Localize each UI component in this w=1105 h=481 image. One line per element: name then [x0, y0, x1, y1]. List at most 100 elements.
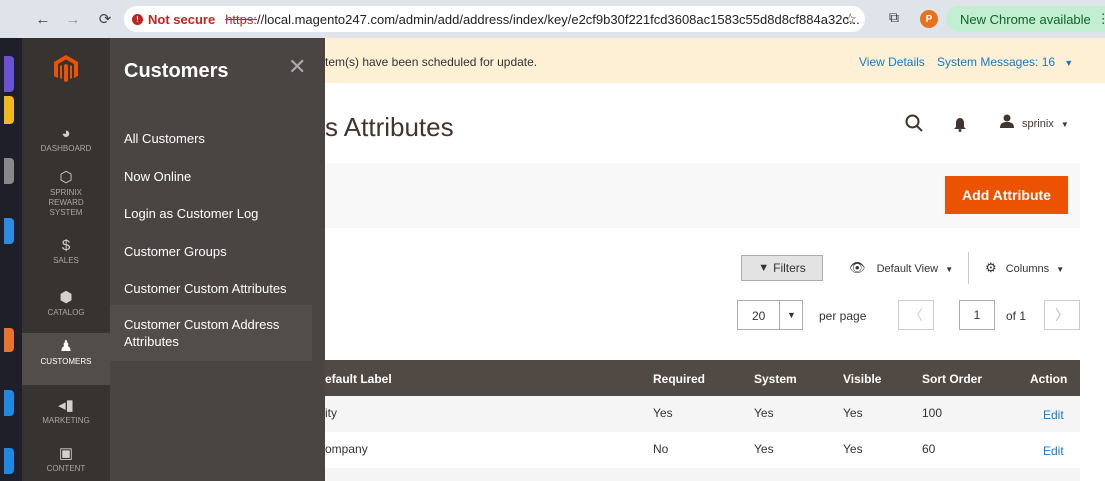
main-content: tem(s) have been scheduled for update. V…: [325, 38, 1105, 481]
dock-app-icon[interactable]: [4, 218, 14, 244]
columns-label: Columns: [1005, 263, 1050, 275]
flyout-link-customer-custom-address-attributes[interactable]: Customer Custom Address Attributes: [110, 305, 312, 361]
edit-link[interactable]: Edit: [1043, 408, 1064, 422]
dock-app-icon[interactable]: [4, 56, 14, 92]
notifications-bell-icon[interactable]: [954, 118, 966, 135]
chevron-left-icon: 〈: [909, 307, 923, 323]
menu-dots-icon[interactable]: ⋮: [1097, 11, 1105, 27]
column-header-sort-order[interactable]: Sort Order: [922, 372, 982, 386]
page-title: s Attributes: [325, 112, 454, 142]
system-messages-toggle[interactable]: System Messages: 16 ▼: [937, 55, 1073, 69]
nav-sales[interactable]: $ SALES: [22, 238, 110, 272]
edit-link[interactable]: Edit: [1043, 444, 1064, 458]
nav-marketing[interactable]: ◂▮ MARKETING: [22, 398, 110, 432]
current-page-input[interactable]: 1: [959, 300, 995, 330]
cell-required: No: [653, 442, 669, 456]
hexagon-icon: ⬡: [59, 169, 73, 186]
security-label[interactable]: Not secure: [148, 12, 215, 27]
back-icon[interactable]: ←: [32, 8, 54, 30]
column-header-visible[interactable]: Visible: [843, 372, 881, 386]
caret-down-icon: ▼: [945, 265, 954, 274]
view-details-link[interactable]: View Details: [859, 55, 925, 69]
new-chrome-button[interactable]: New Chrome available ⋮: [946, 6, 1105, 32]
column-header-default-label[interactable]: efault Label: [325, 372, 392, 386]
layout-icon: ▣: [58, 445, 74, 462]
flyout-link-login-as-customer-log[interactable]: Login as Customer Log: [110, 205, 312, 222]
cell-visible: Yes: [843, 442, 863, 456]
dashboard-icon: ◕: [61, 125, 71, 142]
columns-dropdown[interactable]: ⚙ Columns ▼: [985, 260, 1064, 276]
cell-required: Yes: [653, 406, 673, 420]
chevron-right-icon: 〉: [1055, 307, 1069, 323]
bookmark-star-icon[interactable]: ☆: [844, 10, 857, 28]
flyout-link-all-customers[interactable]: All Customers: [110, 130, 312, 147]
per-page-select[interactable]: 20 ▼: [737, 300, 803, 330]
profile-avatar[interactable]: P: [920, 10, 938, 28]
nav-sprinix-reward-system[interactable]: ⬡ SPRINIX REWARD SYSTEM: [22, 170, 110, 220]
new-chrome-label: New Chrome available: [960, 11, 1091, 27]
dock-app-icon[interactable]: [4, 448, 14, 474]
cell-default-label: ity: [325, 406, 337, 420]
reload-icon[interactable]: ⟳: [94, 8, 116, 30]
filters-label: Filters: [773, 261, 806, 275]
url-scheme: https:: [225, 11, 257, 27]
customers-flyout-menu: Customers ✕ All Customers Now Online Log…: [110, 38, 325, 481]
admin-sidebar: ◕ DASHBOARD ⬡ SPRINIX REWARD SYSTEM $ SA…: [22, 38, 110, 481]
desktop-dock: [0, 38, 22, 481]
nav-catalog[interactable]: ⬢ CATALOG: [22, 290, 110, 324]
per-page-value: 20: [752, 309, 766, 323]
eye-icon: 👁: [849, 260, 866, 275]
box-icon: ⬢: [59, 289, 73, 306]
default-view-label: Default View: [876, 263, 939, 275]
browser-toolbar: ← → ⟳ ! Not secure https://local.magento…: [0, 0, 1105, 38]
grid-header-row: efault Label Required System Visible Sor…: [325, 360, 1080, 396]
nav-label: SPRINIX REWARD SYSTEM: [48, 188, 84, 217]
filters-button[interactable]: ▼ Filters: [741, 255, 823, 281]
table-row[interactable]: [325, 468, 1080, 481]
user-account-menu[interactable]: sprinix ▼: [1022, 118, 1069, 130]
nav-label: DASHBOARD: [40, 144, 92, 153]
system-message-text: tem(s) have been scheduled for update.: [325, 55, 538, 69]
dock-app-icon[interactable]: [4, 158, 14, 184]
add-attribute-button[interactable]: Add Attribute: [945, 176, 1068, 214]
next-page-button[interactable]: 〉: [1044, 300, 1080, 330]
url-text: //local.magento247.com/admin/add/address…: [257, 11, 860, 27]
close-icon[interactable]: ✕: [288, 54, 306, 80]
caret-down-icon[interactable]: ▼: [779, 301, 803, 329]
funnel-icon: ▼: [758, 262, 770, 274]
magento-logo-icon: [54, 55, 78, 82]
flyout-title: Customers: [124, 60, 229, 82]
column-header-required[interactable]: Required: [653, 372, 705, 386]
magento-logo[interactable]: [22, 38, 110, 100]
nav-dashboard[interactable]: ◕ DASHBOARD: [22, 126, 110, 166]
flyout-link-customer-groups[interactable]: Customer Groups: [110, 243, 312, 260]
warning-icon: !: [132, 13, 143, 25]
dock-app-icon[interactable]: [4, 96, 14, 124]
table-row[interactable]: ompany No Yes Yes 60 Edit: [325, 432, 1080, 468]
flyout-link-now-online[interactable]: Now Online: [110, 168, 312, 185]
nav-content[interactable]: ▣ CONTENT: [22, 446, 110, 480]
dock-app-icon[interactable]: [4, 328, 14, 352]
user-icon[interactable]: [1000, 114, 1014, 131]
previous-page-button[interactable]: 〈: [898, 300, 934, 330]
flyout-link-customer-custom-attributes[interactable]: Customer Custom Attributes: [110, 280, 312, 297]
nav-label: CATALOG: [47, 308, 85, 317]
per-page-label: per page: [819, 309, 867, 323]
nav-label: SALES: [53, 256, 79, 265]
search-icon[interactable]: [905, 114, 923, 137]
user-name: sprinix: [1022, 118, 1054, 130]
column-header-system[interactable]: System: [754, 372, 797, 386]
address-bar[interactable]: ! Not secure https://local.magento247.co…: [124, 6, 865, 32]
system-message-bar: tem(s) have been scheduled for update. V…: [325, 38, 1105, 83]
cell-system: Yes: [754, 442, 774, 456]
caret-down-icon: ▼: [1056, 265, 1065, 274]
table-row[interactable]: ity Yes Yes Yes 100 Edit: [325, 396, 1080, 432]
dock-app-icon[interactable]: [4, 390, 14, 416]
nav-customers[interactable]: ♟ CUSTOMERS: [22, 333, 110, 385]
forward-icon[interactable]: →: [62, 8, 84, 30]
dollar-icon: $: [61, 237, 71, 254]
toolbar-divider: [968, 252, 969, 284]
extensions-icon[interactable]: ⧉: [889, 9, 899, 26]
flyout-link-label: Customer Custom Address Attributes: [124, 317, 280, 349]
default-view-dropdown[interactable]: 👁 Default View ▼: [849, 260, 953, 276]
